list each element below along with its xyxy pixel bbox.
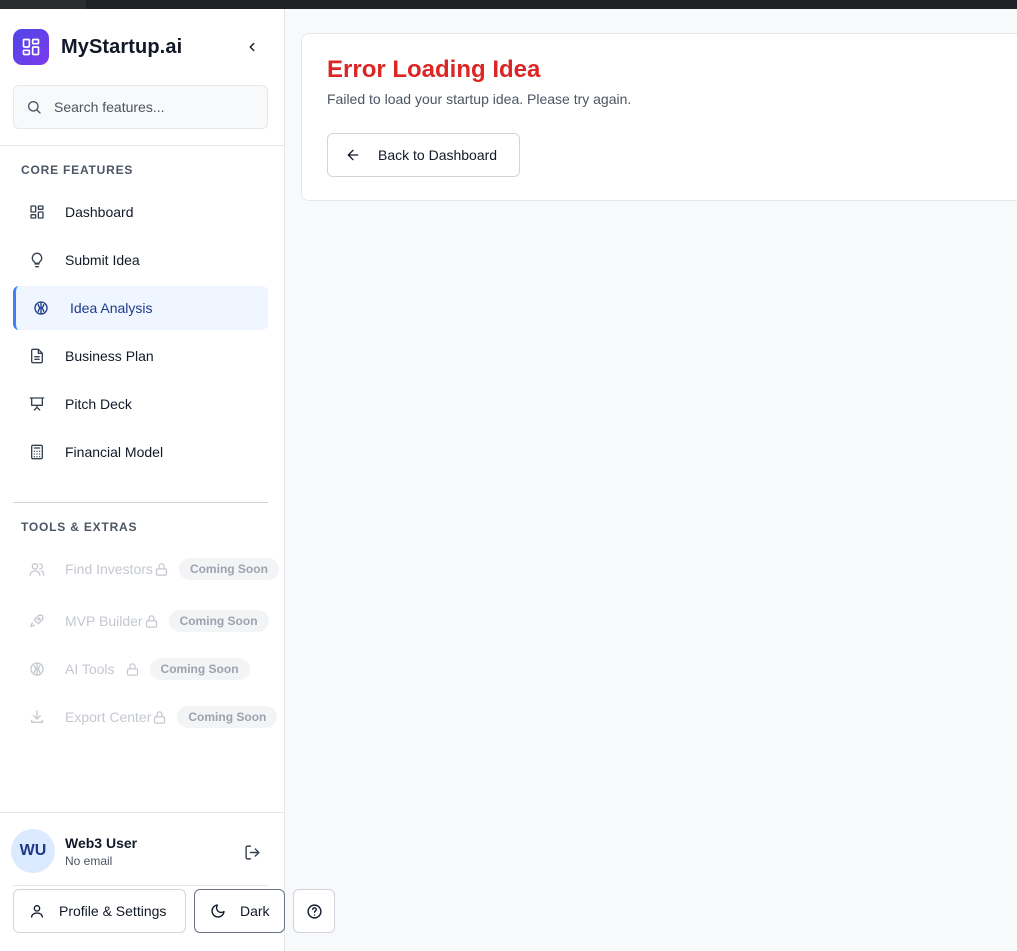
sidebar-item-label: Pitch Deck [65, 396, 132, 412]
sidebar-item-find-investors: Find Investors Coming Soon [13, 549, 279, 589]
help-button[interactable] [293, 889, 335, 933]
sidebar-item-label: Business Plan [65, 348, 154, 364]
document-icon [28, 347, 46, 365]
divider [13, 885, 268, 886]
profile-settings-label: Profile & Settings [59, 903, 167, 919]
back-to-dashboard-button[interactable]: Back to Dashboard [327, 133, 520, 177]
user-profile: WU Web3 User No email [11, 829, 137, 873]
error-card: Error Loading Idea Failed to load your s… [301, 33, 1017, 201]
sidebar-item-submit-idea[interactable]: Submit Idea [13, 238, 268, 282]
users-icon [28, 560, 46, 578]
coming-soon-badge: Coming Soon [168, 610, 269, 632]
help-circle-icon [305, 902, 323, 920]
search-input[interactable] [54, 99, 244, 115]
browser-tab-strip [0, 0, 86, 9]
theme-toggle-button[interactable]: Dark [194, 889, 285, 933]
divider [0, 145, 284, 146]
logout-icon [244, 844, 260, 860]
arrow-left-icon [347, 149, 359, 161]
presentation-icon [28, 395, 46, 413]
coming-soon-badge: Coming Soon [177, 706, 278, 728]
moon-icon [209, 902, 227, 920]
divider [13, 502, 268, 503]
search-icon [28, 101, 41, 114]
back-to-dashboard-label: Back to Dashboard [378, 147, 498, 163]
sidebar-item-financial-model[interactable]: Financial Model [13, 430, 268, 474]
sidebar-item-pitch-deck[interactable]: Pitch Deck [13, 382, 268, 426]
app-logo-icon [13, 29, 49, 65]
sidebar-item-idea-analysis[interactable]: Idea Analysis [13, 286, 268, 330]
rocket-icon [28, 612, 46, 630]
lock-icon [152, 710, 167, 725]
sidebar-item-label: Export Center [65, 709, 152, 725]
section-title-core: CORE FEATURES [21, 163, 134, 177]
sidebar-item-label: Dashboard [65, 204, 134, 220]
divider [0, 812, 284, 813]
profile-settings-button[interactable]: Profile & Settings [13, 889, 186, 933]
avatar: WU [11, 829, 55, 873]
lightbulb-icon [28, 251, 46, 269]
sidebar-item-label: Find Investors [65, 561, 153, 577]
chevron-left-icon [249, 42, 255, 52]
calculator-icon [28, 443, 46, 461]
sidebar-item-label: Submit Idea [65, 252, 140, 268]
logout-button[interactable] [241, 841, 263, 863]
error-message: Failed to load your startup idea. Please… [327, 91, 632, 107]
download-icon [28, 708, 46, 726]
search-box[interactable] [13, 85, 268, 129]
section-title-tools: TOOLS & EXTRAS [21, 520, 138, 534]
dashboard-icon [28, 203, 46, 221]
sidebar-item-export-center: Export Center Coming Soon [13, 697, 278, 737]
lock-icon [154, 562, 169, 577]
sidebar-item-label: Idea Analysis [70, 300, 153, 316]
sidebar-item-dashboard[interactable]: Dashboard [13, 190, 268, 234]
sidebar-item-mvp-builder: MVP Builder Coming Soon [13, 601, 269, 641]
sidebar-item-label: AI Tools [65, 661, 115, 677]
lock-icon [125, 662, 140, 677]
sidebar-item-label: Financial Model [65, 444, 164, 460]
coming-soon-badge: Coming Soon [178, 558, 279, 580]
brain-icon [32, 299, 50, 317]
brand-name: MyStartup.ai [61, 35, 183, 58]
brain-icon [28, 660, 46, 678]
sidebar-item-ai-tools: AI Tools Coming Soon [13, 649, 250, 689]
browser-top-bar [0, 0, 1017, 9]
sidebar-item-business-plan[interactable]: Business Plan [13, 334, 268, 378]
coming-soon-badge: Coming Soon [149, 658, 250, 680]
lock-icon [144, 614, 159, 629]
sidebar: MyStartup.ai CORE FEATURES Dashboard Sub… [0, 9, 285, 951]
theme-toggle-label: Dark [240, 903, 270, 919]
user-name: Web3 User [65, 834, 138, 851]
brand[interactable]: MyStartup.ai [13, 29, 182, 65]
error-title: Error Loading Idea [327, 56, 541, 83]
user-email: No email [65, 853, 113, 868]
collapse-sidebar-button[interactable] [240, 35, 264, 59]
sidebar-item-label: MVP Builder [65, 613, 143, 629]
user-icon [28, 902, 46, 920]
